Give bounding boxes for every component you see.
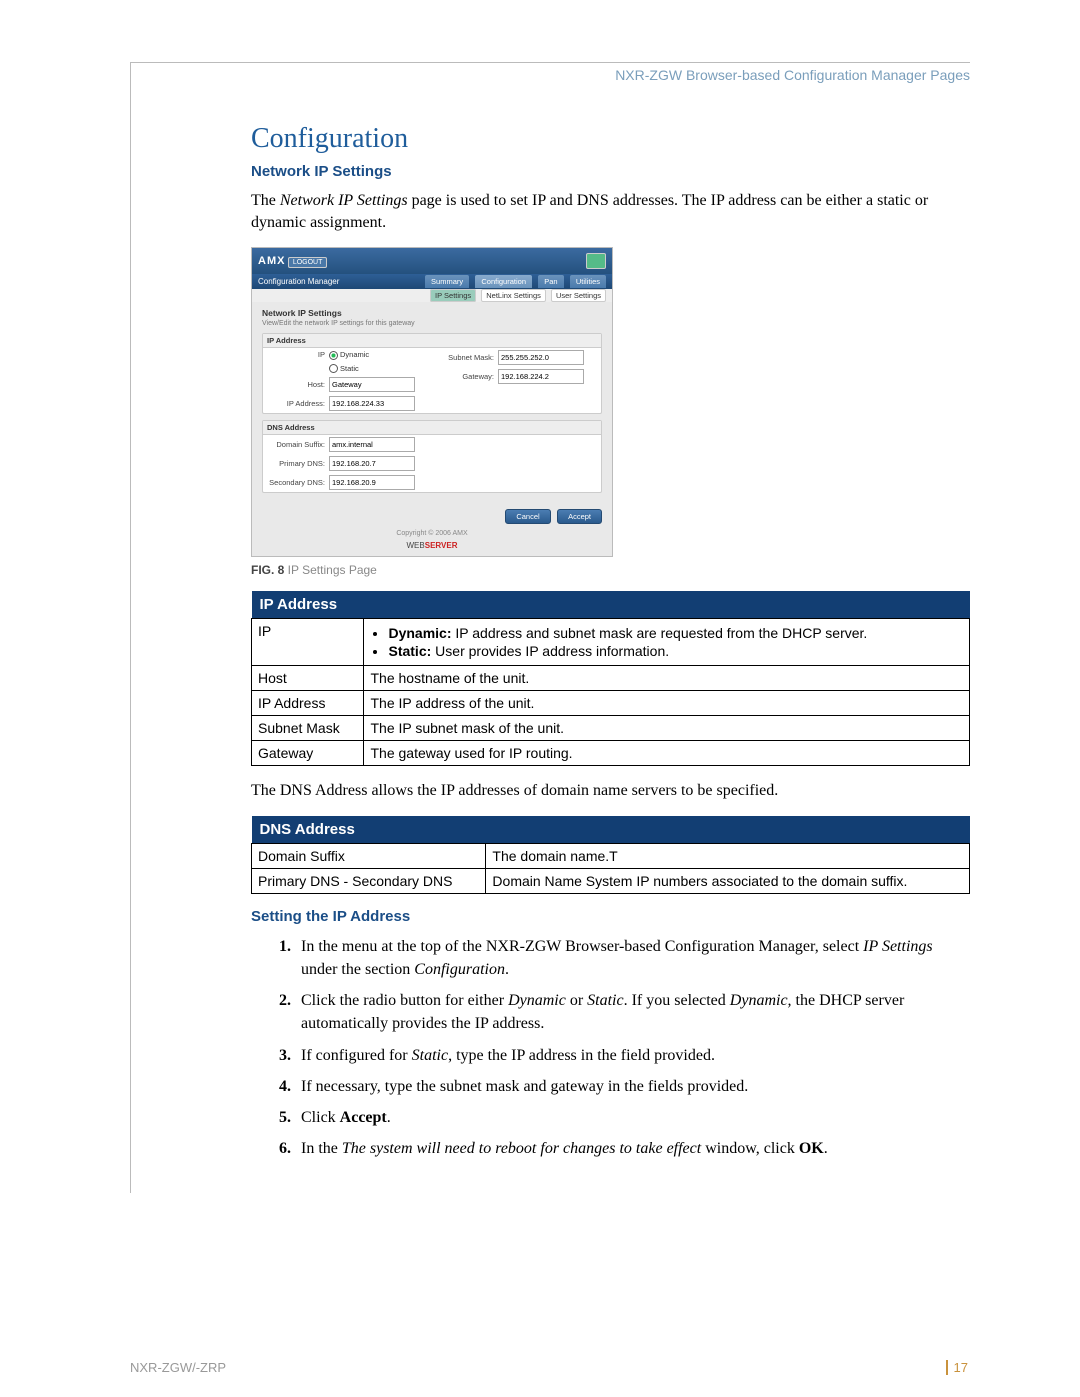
cancel-button[interactable]: Cancel — [505, 509, 550, 524]
cell: The gateway used for IP routing. — [364, 741, 970, 766]
screenshot-ip-settings: AMX LOGOUT Configuration Manager Summary… — [251, 247, 613, 557]
webserver-logo: WEBSERVER — [252, 539, 612, 556]
list-item: In the menu at the top of the NXR-ZGW Br… — [295, 935, 970, 981]
table-row: Subnet MaskThe IP subnet mask of the uni… — [252, 716, 970, 741]
input-subnet[interactable] — [498, 350, 584, 365]
cell: Domain Name System IP numbers associated… — [486, 868, 970, 893]
radio-static[interactable] — [329, 364, 338, 373]
cell-ip-desc: Dynamic: IP address and subnet mask are … — [364, 619, 970, 666]
table-ip-header: IP Address — [252, 591, 970, 619]
input-sdns[interactable] — [329, 475, 415, 490]
table-row: GatewayThe gateway used for IP routing. — [252, 741, 970, 766]
table-row: HostThe hostname of the unit. — [252, 666, 970, 691]
table-row: IP Dynamic: IP address and subnet mask a… — [252, 619, 970, 666]
copyright: Copyright © 2006 AMX — [252, 528, 612, 539]
manager-label: Configuration Manager — [258, 277, 339, 286]
list-item: Click Accept. — [295, 1106, 970, 1129]
dns-intro: The DNS Address allows the IP addresses … — [251, 780, 970, 802]
label-gateway: Gateway: — [436, 372, 498, 381]
tab-configuration[interactable]: Configuration — [475, 275, 532, 288]
label-host: Host: — [267, 380, 329, 389]
label-pdns: Primary DNS: — [267, 459, 329, 468]
table-row: Domain SuffixThe domain name.T — [252, 843, 970, 868]
radio-dynamic-label: Dynamic — [340, 350, 369, 359]
input-domain[interactable] — [329, 437, 415, 452]
panel-title: Network IP Settings — [262, 308, 602, 318]
page-title: Configuration — [251, 123, 970, 155]
cell-ip-label: IP — [252, 619, 364, 666]
list-item: Click the radio button for either Dynami… — [295, 989, 970, 1035]
input-ipaddr[interactable] — [329, 396, 415, 411]
input-gateway[interactable] — [498, 369, 584, 384]
legend-dns-address: DNS Address — [263, 421, 601, 435]
input-host[interactable] — [329, 377, 415, 392]
tab-pan[interactable]: Pan — [538, 275, 563, 288]
page-number: 17 — [954, 1360, 968, 1375]
radio-dynamic[interactable] — [329, 351, 338, 360]
cell: The hostname of the unit. — [364, 666, 970, 691]
table-dns-address: DNS Address Domain SuffixThe domain name… — [251, 816, 970, 894]
list-item: If necessary, type the subnet mask and g… — [295, 1075, 970, 1098]
label-ipaddr: IP Address: — [267, 399, 329, 408]
panel-hint: View/Edit the network IP settings for th… — [262, 320, 602, 327]
list-item: If configured for Static, type the IP ad… — [295, 1044, 970, 1067]
section-setting-ip: Setting the IP Address — [251, 908, 970, 925]
cell: The IP subnet mask of the unit. — [364, 716, 970, 741]
figure-caption: FIG. 8 IP Settings Page — [251, 563, 970, 577]
logout-button[interactable]: LOGOUT — [288, 257, 328, 268]
tab-summary[interactable]: Summary — [425, 275, 469, 288]
page-footer: NXR-ZGW/-ZRP 17 — [130, 1360, 970, 1375]
logo-amx: AMX — [258, 255, 285, 267]
table-dns-header: DNS Address — [252, 816, 970, 844]
subtab-ip-settings[interactable]: IP Settings — [430, 289, 476, 302]
cell: IP Address — [252, 691, 364, 716]
steps-list: In the menu at the top of the NXR-ZGW Br… — [251, 935, 970, 1161]
label-ip: IP — [267, 350, 329, 359]
table-ip-address: IP Address IP Dynamic: IP address and su… — [251, 591, 970, 766]
cell: Host — [252, 666, 364, 691]
footer-doc: NXR-ZGW/-ZRP — [130, 1360, 226, 1375]
subtab-netlinx[interactable]: NetLinx Settings — [481, 289, 546, 302]
cell: Subnet Mask — [252, 716, 364, 741]
intro-paragraph: The Network IP Settings page is used to … — [251, 190, 970, 233]
radio-static-label: Static — [340, 364, 359, 373]
label-domain: Domain Suffix: — [267, 440, 329, 449]
refresh-icon[interactable] — [586, 253, 606, 269]
legend-ip-address: IP Address — [263, 334, 601, 348]
cell: The domain name.T — [486, 843, 970, 868]
tab-utilities[interactable]: Utilities — [570, 275, 606, 288]
list-item: In the The system will need to reboot fo… — [295, 1137, 970, 1160]
cell: Primary DNS - Secondary DNS — [252, 868, 486, 893]
cell: Gateway — [252, 741, 364, 766]
input-pdns[interactable] — [329, 456, 415, 471]
cell: The IP address of the unit. — [364, 691, 970, 716]
cell: Domain Suffix — [252, 843, 486, 868]
label-sdns: Secondary DNS: — [267, 478, 329, 487]
section-network-ip: Network IP Settings — [251, 163, 970, 180]
running-header: NXR-ZGW Browser-based Configuration Mana… — [251, 63, 970, 123]
table-row: Primary DNS - Secondary DNSDomain Name S… — [252, 868, 970, 893]
table-row: IP AddressThe IP address of the unit. — [252, 691, 970, 716]
subtab-user[interactable]: User Settings — [551, 289, 606, 302]
accept-button[interactable]: Accept — [557, 509, 602, 524]
label-subnet: Subnet Mask: — [436, 353, 498, 362]
